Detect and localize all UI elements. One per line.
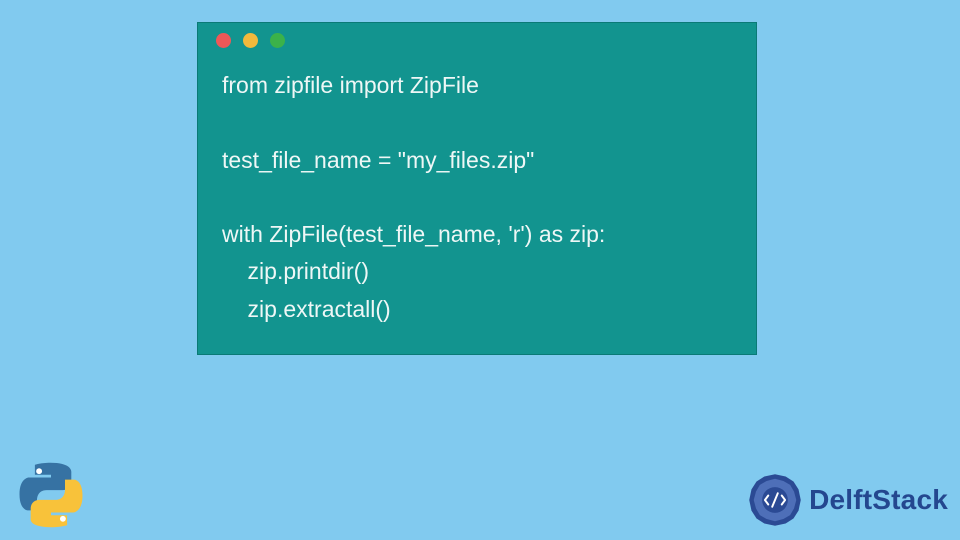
delftstack-badge-icon [747, 472, 803, 528]
delftstack-logo: DelftStack [747, 472, 948, 528]
close-icon [216, 33, 231, 48]
window-titlebar [198, 23, 756, 57]
code-block: from zipfile import ZipFile test_file_na… [198, 57, 756, 354]
minimize-icon [243, 33, 258, 48]
python-logo-icon [16, 460, 86, 530]
code-window: from zipfile import ZipFile test_file_na… [197, 22, 757, 355]
maximize-icon [270, 33, 285, 48]
brand-name: DelftStack [809, 484, 948, 516]
